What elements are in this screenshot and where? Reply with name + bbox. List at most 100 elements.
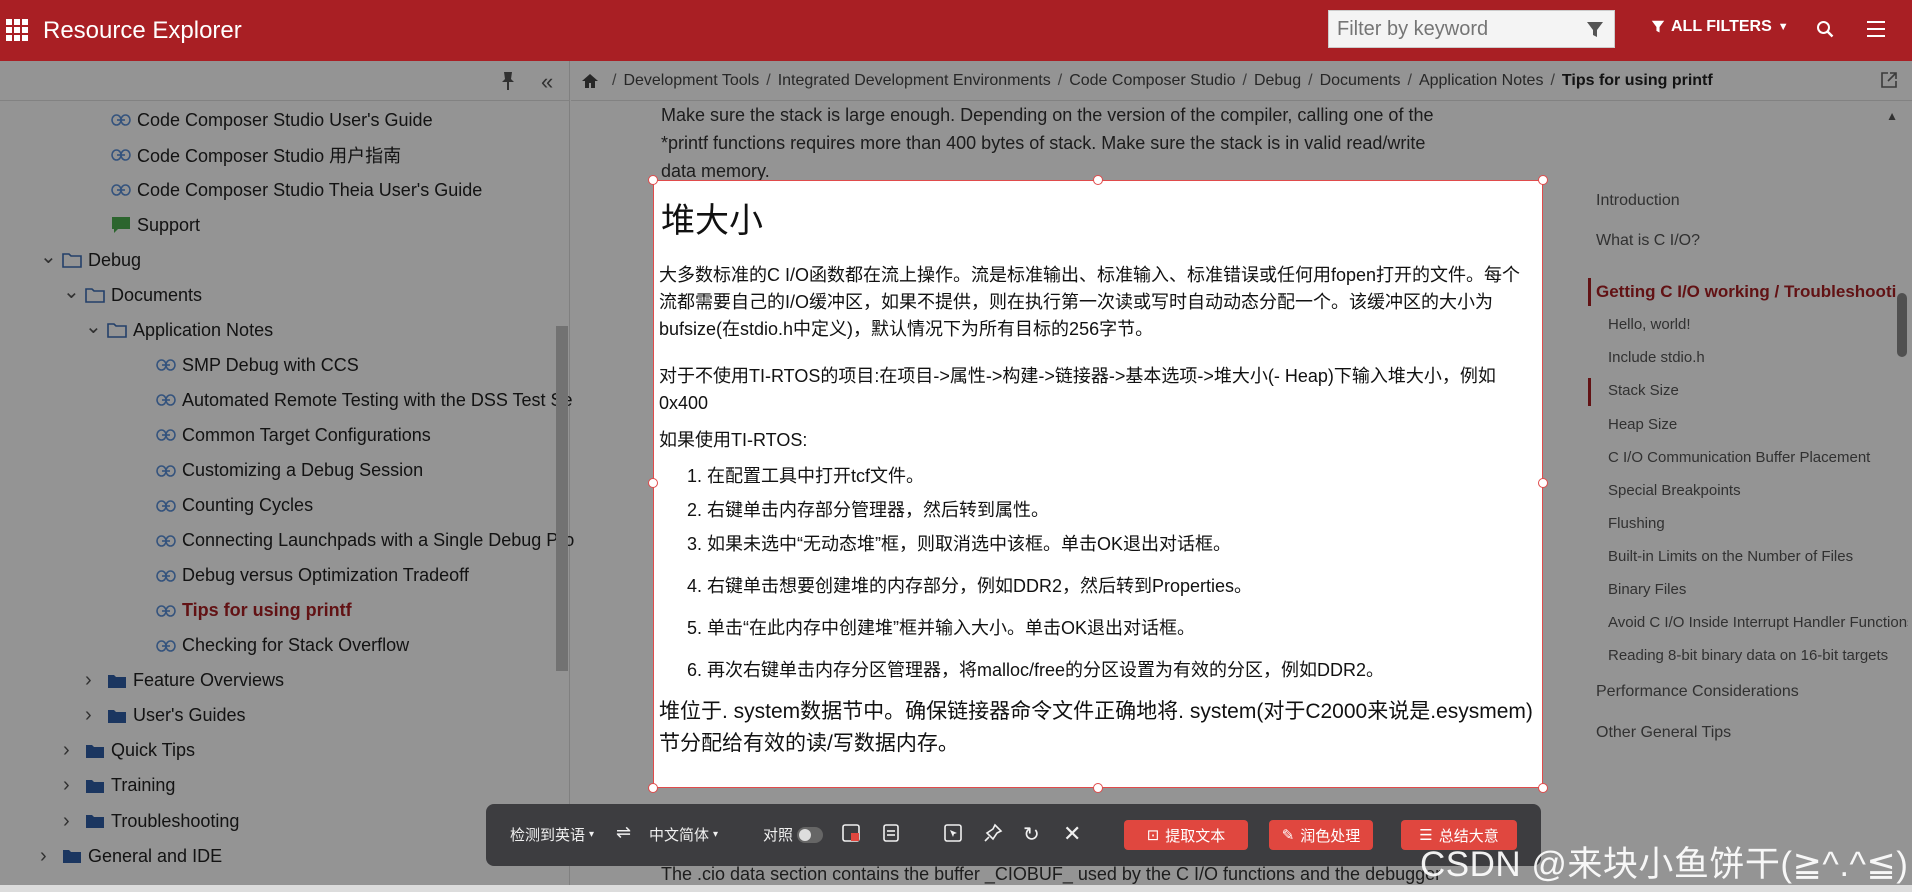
save-icon[interactable]	[881, 823, 901, 843]
select-region-icon[interactable]	[943, 823, 963, 843]
resize-handle[interactable]	[1093, 783, 1103, 793]
breadcrumb-link[interactable]: Development Tools	[623, 72, 759, 90]
toc-item[interactable]: Binary Files	[1608, 581, 1908, 598]
main-scrollbar-thumb[interactable]	[1897, 293, 1907, 357]
horizontal-scrollbar[interactable]	[0, 885, 1912, 892]
image-translate-icon[interactable]	[841, 823, 861, 843]
toc-item[interactable]: Stack Size	[1608, 382, 1908, 399]
swap-languages-icon[interactable]: ⇌	[616, 822, 631, 843]
filter-funnel-icon[interactable]	[1586, 21, 1604, 44]
chevron-right-icon[interactable]: ›	[63, 739, 77, 762]
pin-icon[interactable]	[983, 823, 1003, 843]
toc-item[interactable]: Special Breakpoints	[1608, 482, 1908, 499]
sidebar-item[interactable]: ⌄ Application Notes	[85, 315, 273, 345]
scroll-up-arrow-icon[interactable]: ▲	[1886, 109, 1898, 123]
home-icon[interactable]	[581, 73, 599, 89]
filter-input[interactable]	[1329, 11, 1569, 47]
toc-item[interactable]: What is C I/O?	[1596, 232, 1896, 250]
source-language-select[interactable]: 检测到英语 ▾	[510, 824, 594, 845]
resize-handle[interactable]	[1093, 175, 1103, 185]
toc-item[interactable]: Include stdio.h	[1608, 349, 1908, 366]
link-icon	[111, 145, 131, 165]
sidebar-item-label: Code Composer Studio User's Guide	[137, 109, 433, 130]
toc-item[interactable]: Introduction	[1596, 192, 1896, 210]
extract-text-button[interactable]: ⊡ 提取文本	[1124, 820, 1248, 850]
open-external-icon[interactable]	[1880, 71, 1898, 94]
sidebar-item[interactable]: ⌄ Debug	[40, 245, 141, 275]
resize-handle[interactable]	[1538, 478, 1548, 488]
resize-handle[interactable]	[1538, 783, 1548, 793]
sidebar-item[interactable]: Automated Remote Testing with the DSS Te…	[156, 385, 573, 415]
toc-item[interactable]: Getting C I/O working / Troubleshooting	[1596, 282, 1896, 302]
target-language-label: 中文简体	[649, 827, 710, 844]
sidebar-item[interactable]: Tips for using printf	[156, 596, 352, 626]
breadcrumb-link[interactable]: Debug	[1254, 72, 1301, 90]
app-title: Resource Explorer	[43, 17, 242, 44]
toc-item[interactable]: Reading 8-bit binary data on 16-bit targ…	[1608, 647, 1908, 664]
polish-button[interactable]: ✎ 润色处理	[1269, 820, 1373, 850]
sidebar-item[interactable]: ⌄ Documents	[63, 280, 202, 310]
sidebar-item[interactable]: SMP Debug with CCS	[156, 350, 359, 380]
close-icon[interactable]: ✕	[1063, 821, 1081, 847]
sidebar-item[interactable]: › Troubleshooting	[63, 806, 239, 836]
chevron-right-icon[interactable]: ›	[85, 669, 99, 692]
sidebar-item[interactable]: › Quick Tips	[63, 736, 195, 766]
link-icon	[156, 566, 176, 586]
toc-item[interactable]: Hello, world!	[1608, 316, 1908, 333]
toc-item[interactable]: Performance Considerations	[1596, 683, 1896, 701]
chevron-right-icon[interactable]: ›	[40, 845, 54, 868]
sidebar-item[interactable]: › User's Guides	[85, 701, 245, 731]
sidebar-item[interactable]: › General and IDE	[40, 841, 222, 871]
sidebar-item[interactable]: Code Composer Studio Theia User's Guide	[111, 175, 482, 205]
search-icon[interactable]	[1816, 20, 1834, 43]
chevron-right-icon[interactable]: ›	[63, 774, 77, 797]
chevron-down-icon[interactable]: ⌄	[85, 314, 102, 339]
folder-open-icon	[107, 320, 127, 340]
sidebar-item[interactable]: Counting Cycles	[156, 491, 313, 521]
resize-handle[interactable]	[1538, 175, 1548, 185]
refresh-icon[interactable]: ↻	[1023, 822, 1040, 847]
doc-paragraph: Make sure the stack is large enough. Dep…	[661, 105, 1434, 181]
toc-item[interactable]: Avoid C I/O Inside Interrupt Handler Fun…	[1608, 614, 1908, 631]
sidebar-item[interactable]: Checking for Stack Overflow	[156, 631, 409, 661]
sidebar-item[interactable]: Code Composer Studio 用户指南	[111, 140, 401, 170]
resize-handle[interactable]	[648, 783, 658, 793]
chevron-right-icon[interactable]: ›	[63, 810, 77, 833]
chevron-down-icon[interactable]: ⌄	[63, 279, 80, 304]
toc-item[interactable]: Heap Size	[1608, 416, 1908, 433]
sidebar-item[interactable]: Debug versus Optimization Tradeoff	[156, 561, 469, 591]
chevron-down-icon[interactable]: ⌄	[40, 244, 57, 269]
apps-grid-icon[interactable]	[6, 19, 28, 41]
all-filters-button[interactable]: ALL FILTERS ▼	[1651, 18, 1789, 36]
target-language-select[interactable]: 中文简体 ▾	[649, 824, 718, 845]
chevron-right-icon[interactable]: ›	[85, 704, 99, 727]
toc-item[interactable]: C I/O Communication Buffer Placement	[1608, 449, 1908, 466]
resize-handle[interactable]	[648, 478, 658, 488]
extract-text-label: 提取文本	[1165, 827, 1226, 845]
sidebar-item-label: Tips for using printf	[182, 600, 352, 621]
magic-wand-icon: ✎	[1281, 827, 1295, 844]
resize-handle[interactable]	[648, 175, 658, 185]
translation-title: 堆大小	[661, 202, 763, 240]
sidebar-item[interactable]: › Feature Overviews	[85, 666, 284, 696]
sidebar-item[interactable]: Connecting Launchpads with a Single Debu…	[156, 526, 574, 556]
breadcrumb-link[interactable]: Integrated Development Environments	[778, 72, 1051, 90]
toc-item[interactable]: Other General Tips	[1596, 724, 1896, 742]
toc-item[interactable]: Flushing	[1608, 515, 1908, 532]
sidebar-item[interactable]: Common Target Configurations	[156, 420, 431, 450]
breadcrumb-link[interactable]: Application Notes	[1419, 72, 1544, 90]
sidebar-item[interactable]: Customizing a Debug Session	[156, 456, 423, 486]
sidebar-scrollbar[interactable]	[556, 326, 568, 671]
breadcrumb: / Development Tools / Integrated Developmen…	[571, 61, 1912, 101]
hamburger-menu-icon[interactable]	[1867, 21, 1885, 37]
sidebar-item[interactable]: Support	[111, 210, 200, 240]
compare-toggle[interactable]: 对照	[763, 824, 824, 845]
sidebar-item[interactable]: › Training	[63, 771, 175, 801]
breadcrumb-link[interactable]: Documents	[1320, 72, 1401, 90]
collapse-sidebar-icon[interactable]: «	[541, 69, 553, 95]
sidebar-item[interactable]: Code Composer Studio User's Guide	[111, 105, 433, 135]
pin-icon[interactable]	[500, 71, 516, 96]
toc-item[interactable]: Built-in Limits on the Number of Files	[1608, 548, 1908, 565]
compare-switch[interactable]	[797, 826, 824, 843]
breadcrumb-link[interactable]: Code Composer Studio	[1069, 72, 1235, 90]
